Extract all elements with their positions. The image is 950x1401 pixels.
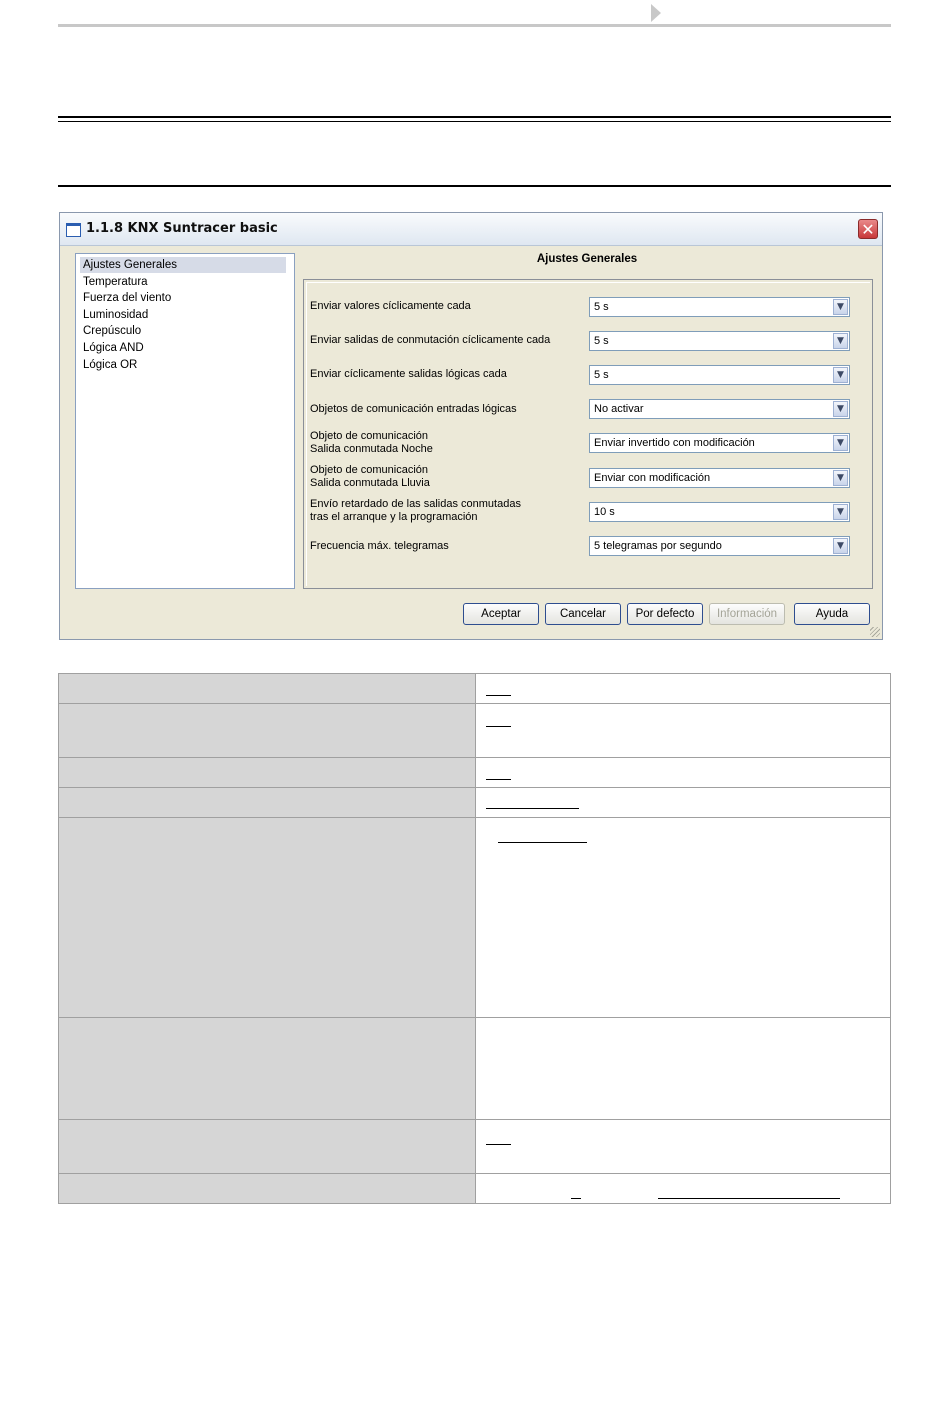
- header-rule: [58, 24, 891, 27]
- param-label-salidas-logicas: Enviar cíclicamente salidas lógicas cada: [310, 368, 507, 380]
- param-label-noche: Objeto de comunicación Salida conmutada …: [310, 430, 433, 456]
- panel-title: Ajustes Generales: [536, 253, 638, 265]
- select-value: 5 s: [594, 301, 609, 313]
- select-salida-lluvia[interactable]: Enviar con modificación ▼: [589, 468, 850, 488]
- select-envio-retardado[interactable]: 10 s ▼: [589, 502, 850, 522]
- param-label-line: tras el arranque y la programación: [310, 511, 478, 523]
- table-cell-value: [475, 1119, 891, 1174]
- table-cell-label: [58, 703, 476, 758]
- underline-mark: [571, 1198, 581, 1199]
- section-rule-bottom: [58, 185, 891, 187]
- info-button: Información: [709, 603, 785, 625]
- underline-mark: [486, 779, 511, 780]
- table-cell-value: [475, 1017, 891, 1120]
- parameter-tree: Ajustes Generales Temperatura Fuerza del…: [75, 253, 295, 589]
- table-cell-value: [475, 673, 891, 704]
- param-label-line: Salida conmutada Noche: [310, 443, 433, 455]
- param-label-envio-retardado: Envío retardado de las salidas conmutada…: [310, 498, 521, 524]
- title-bar[interactable]: 1.1.8 KNX Suntracer basic ✕: [60, 213, 882, 246]
- parameter-table: [58, 673, 891, 1204]
- table-cell-label: [58, 673, 476, 704]
- select-value: 5 s: [594, 335, 609, 347]
- underline-mark: [658, 1198, 840, 1199]
- chevron-down-icon[interactable]: ▼: [833, 435, 848, 451]
- table-cell-value: [475, 757, 891, 788]
- chevron-down-icon[interactable]: ▼: [833, 401, 848, 417]
- select-value: 10 s: [594, 506, 615, 518]
- table-row: [58, 1017, 891, 1120]
- table-row: [58, 817, 891, 1018]
- param-label-frecuencia: Frecuencia máx. telegramas: [310, 540, 449, 552]
- chevron-down-icon[interactable]: ▼: [833, 367, 848, 383]
- param-label-line: Objeto de comunicación: [310, 464, 429, 476]
- param-label-lluvia: Objeto de comunicación Salida conmutada …: [310, 464, 430, 490]
- param-label-entradas-logicas: Objetos de comunicación entradas lógicas: [310, 403, 517, 415]
- chevron-down-icon[interactable]: ▼: [833, 504, 848, 520]
- param-label-line: Envío retardado de las salidas conmutada…: [310, 498, 521, 510]
- select-salida-noche[interactable]: Enviar invertido con modificación ▼: [589, 433, 850, 453]
- section-rule-top: [58, 116, 891, 118]
- param-label-line: Objeto de comunicación: [310, 430, 429, 442]
- tree-item-logica-and[interactable]: Lógica AND: [80, 340, 147, 356]
- page-arrow-icon: [651, 4, 661, 22]
- close-icon[interactable]: ✕: [858, 219, 878, 239]
- select-value: No activar: [594, 403, 644, 415]
- table-row: [58, 757, 891, 788]
- param-label-line: Salida conmutada Lluvia: [310, 477, 430, 489]
- chevron-down-icon[interactable]: ▼: [833, 470, 848, 486]
- cancel-button[interactable]: Cancelar: [545, 603, 621, 625]
- underline-mark: [486, 808, 579, 809]
- select-value: Enviar invertido con modificación: [594, 437, 755, 449]
- window-icon: [66, 223, 81, 237]
- help-button[interactable]: Ayuda: [794, 603, 870, 625]
- table-cell-value: [475, 703, 891, 758]
- param-label-salidas-conmutacion: Enviar salidas de conmutación cíclicamen…: [310, 334, 551, 346]
- table-cell-label: [58, 787, 476, 818]
- table-row: [58, 673, 891, 704]
- tree-item-crepusculo[interactable]: Crepúsculo: [80, 323, 144, 339]
- tree-item-temperatura[interactable]: Temperatura: [80, 274, 151, 290]
- table-cell-value: [475, 1173, 891, 1204]
- table-cell-value: [475, 787, 891, 818]
- tree-item-logica-or[interactable]: Lógica OR: [80, 357, 140, 373]
- table-cell-label: [58, 1173, 476, 1204]
- underline-mark: [498, 842, 587, 843]
- table-cell-label: [58, 1017, 476, 1120]
- table-cell-value: [475, 817, 891, 1018]
- chevron-down-icon[interactable]: ▼: [833, 333, 848, 349]
- tree-item-ajustes-generales[interactable]: Ajustes Generales: [80, 257, 286, 273]
- table-row: [58, 1173, 891, 1204]
- resize-grip-icon[interactable]: [870, 627, 880, 637]
- param-label-valores: Enviar valores cíclicamente cada: [310, 300, 471, 312]
- select-value: Enviar con modificación: [594, 472, 711, 484]
- table-row: [58, 703, 891, 758]
- ok-button[interactable]: Aceptar: [463, 603, 539, 625]
- table-cell-label: [58, 1119, 476, 1174]
- select-frecuencia[interactable]: 5 telegramas por segundo ▼: [589, 536, 850, 556]
- window-title: 1.1.8 KNX Suntracer basic: [86, 221, 278, 236]
- chevron-down-icon[interactable]: ▼: [833, 538, 848, 554]
- table-row: [58, 1119, 891, 1174]
- select-value: 5 s: [594, 369, 609, 381]
- select-entradas-logicas[interactable]: No activar ▼: [589, 399, 850, 419]
- table-cell-label: [58, 817, 476, 1018]
- select-salidas-logicas[interactable]: 5 s ▼: [589, 365, 850, 385]
- default-button[interactable]: Por defecto: [627, 603, 703, 625]
- select-value: 5 telegramas por segundo: [594, 540, 722, 552]
- select-salidas-conmutacion[interactable]: 5 s ▼: [589, 331, 850, 351]
- tree-item-fuerza-viento[interactable]: Fuerza del viento: [80, 290, 174, 306]
- section-rule-top-thin: [58, 121, 891, 122]
- tree-item-luminosidad[interactable]: Luminosidad: [80, 307, 151, 323]
- parameter-dialog: 1.1.8 KNX Suntracer basic ✕ Ajustes Gene…: [59, 212, 883, 640]
- underline-mark: [486, 1144, 511, 1145]
- underline-mark: [486, 695, 511, 696]
- underline-mark: [486, 726, 511, 727]
- select-valores[interactable]: 5 s ▼: [589, 297, 850, 317]
- table-row: [58, 787, 891, 818]
- table-cell-label: [58, 757, 476, 788]
- chevron-down-icon[interactable]: ▼: [833, 299, 848, 315]
